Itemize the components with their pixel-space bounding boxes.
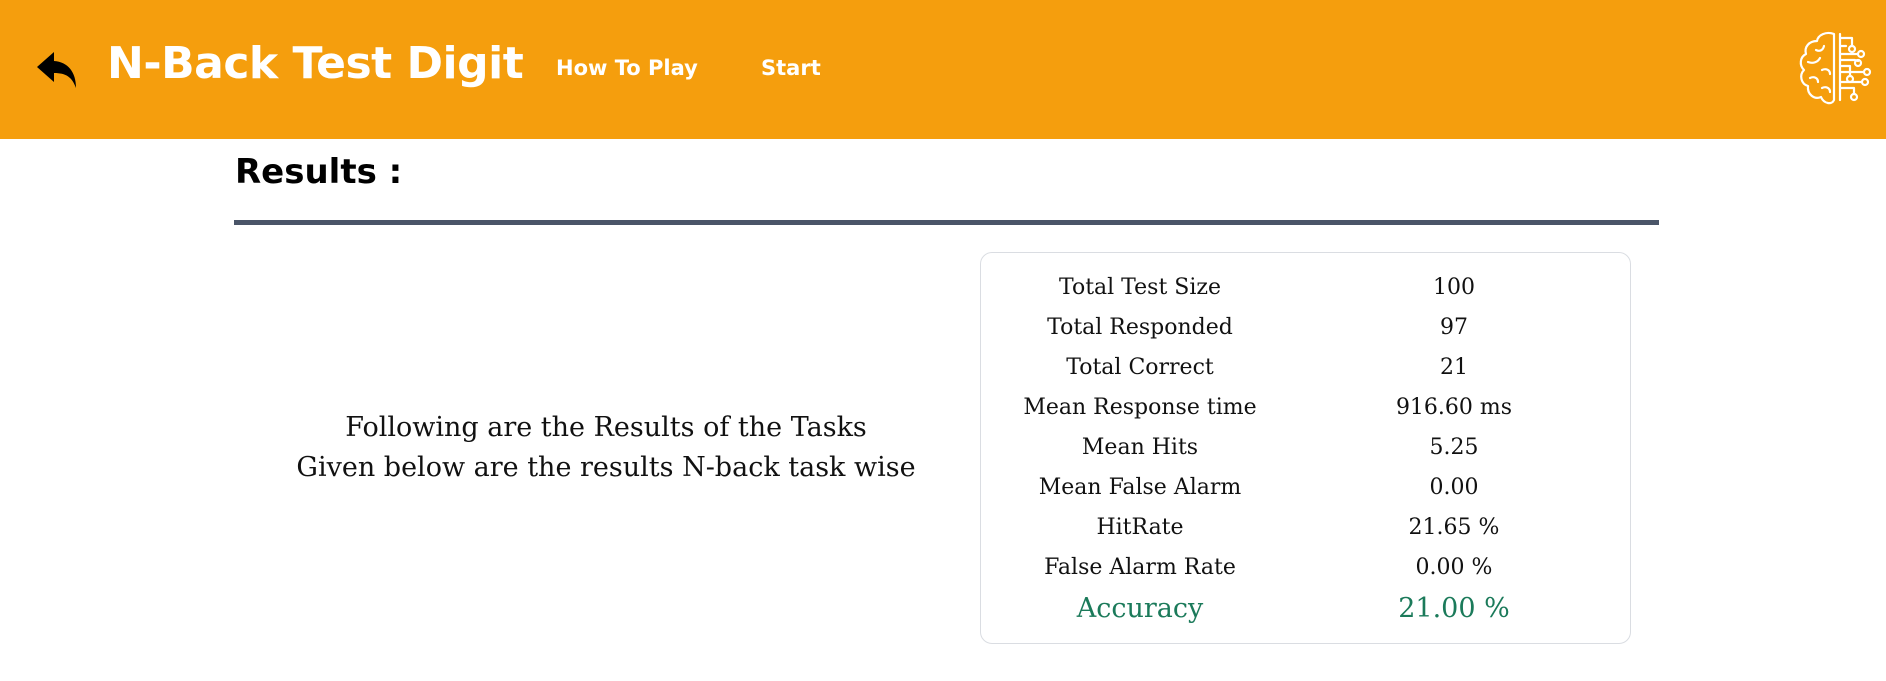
result-row-total-test-size: Total Test Size 100: [981, 268, 1630, 308]
result-value: 0.00: [1429, 475, 1479, 500]
app-title: N-Back Test Digit: [107, 38, 524, 89]
result-value: 21.65 %: [1408, 515, 1500, 540]
intro-line: Following are the Results of the Tasks: [345, 412, 867, 443]
result-row-mean-false-alarm: Mean False Alarm 0.00: [981, 468, 1630, 508]
result-value: 5.25: [1429, 435, 1479, 460]
result-row-mean-hits: Mean Hits 5.25: [981, 428, 1630, 468]
result-row-total-correct: Total Correct 21: [981, 348, 1630, 388]
result-label: Mean False Alarm: [1038, 475, 1242, 500]
results-card: Total Test Size 100 Total Responded 97 T…: [980, 252, 1631, 644]
accuracy-label: Accuracy: [1076, 593, 1204, 624]
back-arrow-icon[interactable]: [34, 46, 82, 94]
result-row-hit-rate: HitRate 21.65 %: [981, 508, 1630, 548]
result-label: Mean Hits: [1081, 435, 1199, 460]
result-value: 916.60 ms: [1395, 395, 1513, 420]
result-row-false-alarm-rate: False Alarm Rate 0.00 %: [981, 548, 1630, 588]
result-row-accuracy: Accuracy 21.00 %: [981, 589, 1630, 629]
accuracy-value: 21.00 %: [1398, 593, 1510, 624]
results-intro: Following are the Results of the Tasks G…: [250, 408, 962, 488]
section-divider: [234, 220, 1659, 225]
result-label: Total Responded: [1047, 315, 1233, 340]
result-label: HitRate: [1096, 515, 1184, 540]
brain-circuit-icon: [1799, 31, 1872, 105]
result-value: 100: [1433, 275, 1475, 300]
nav-how-to-play[interactable]: How To Play: [556, 56, 698, 80]
result-value: 97: [1440, 315, 1468, 340]
result-label: False Alarm Rate: [1044, 555, 1236, 580]
result-label: Total Test Size: [1058, 275, 1222, 300]
result-label: Total Correct: [1066, 355, 1214, 380]
result-row-total-responded: Total Responded 97: [981, 308, 1630, 348]
intro-line: Given below are the results N-back task …: [296, 452, 916, 483]
result-value: 21: [1440, 355, 1468, 380]
result-value: 0.00 %: [1415, 555, 1493, 580]
result-label: Mean Response time: [1023, 395, 1257, 420]
app-header: N-Back Test Digit How To Play Start: [0, 0, 1886, 139]
results-title: Results :: [235, 152, 403, 192]
nav-start[interactable]: Start: [761, 56, 821, 80]
result-row-mean-response-time: Mean Response time 916.60 ms: [981, 388, 1630, 428]
